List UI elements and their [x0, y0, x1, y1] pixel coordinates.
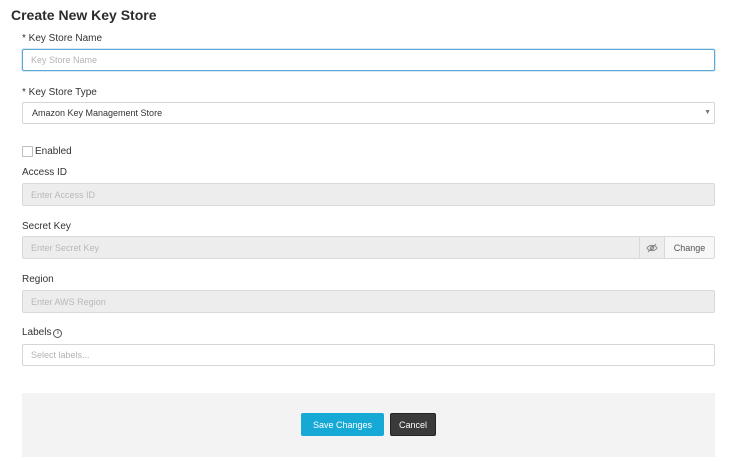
secret-key-group: Change [22, 236, 715, 259]
toggle-visibility-button[interactable] [639, 236, 665, 259]
enabled-checkbox[interactable] [22, 146, 33, 157]
access-id-input[interactable] [22, 183, 715, 206]
region-input[interactable] [22, 290, 715, 313]
enabled-label[interactable]: Enabled [35, 146, 72, 157]
labels-label-row: Labels i [22, 327, 63, 338]
cancel-button[interactable]: Cancel [390, 413, 436, 436]
form-footer: Save Changes Cancel [22, 393, 715, 457]
save-changes-button[interactable]: Save Changes [301, 413, 384, 436]
labels-label: Labels [22, 327, 52, 338]
key-store-name-label: * Key Store Name [22, 33, 103, 44]
eye-slash-icon [646, 243, 658, 252]
labels-select-input[interactable] [22, 344, 715, 366]
secret-key-label: Secret Key [22, 221, 71, 232]
key-store-type-label: * Key Store Type [22, 87, 97, 98]
access-id-label: Access ID [22, 167, 68, 178]
chevron-down-icon: ▼ [704, 109, 711, 116]
change-secret-button[interactable]: Change [665, 236, 715, 259]
secret-key-input[interactable] [22, 236, 639, 259]
page-title: Create New Key Store [11, 7, 157, 23]
key-store-type-select[interactable]: Amazon Key Management Store ▼ [22, 102, 715, 124]
region-label: Region [22, 274, 54, 285]
info-icon[interactable]: i [53, 329, 63, 338]
key-store-type-value: Amazon Key Management Store [32, 108, 163, 118]
key-store-name-input[interactable] [22, 49, 715, 71]
